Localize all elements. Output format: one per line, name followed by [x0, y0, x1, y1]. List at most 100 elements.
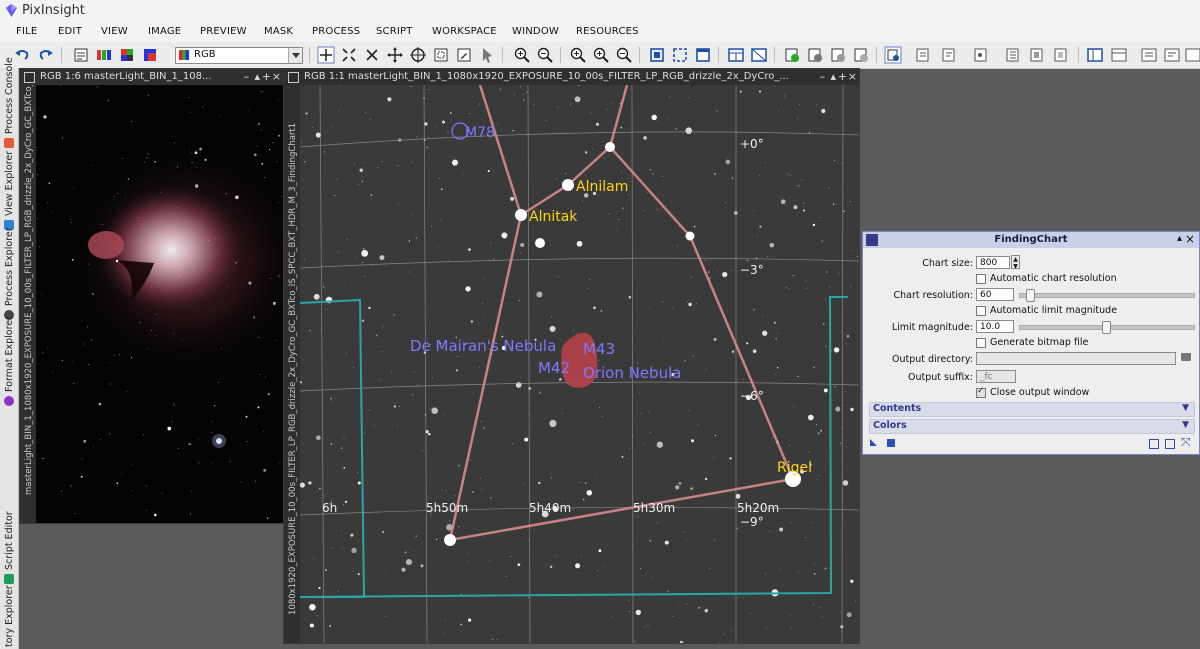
menu-image[interactable]: IMAGE: [148, 26, 181, 37]
section-contents[interactable]: Contents ▼: [869, 402, 1195, 417]
zoom-out-icon[interactable]: [536, 46, 554, 64]
slider-thumb[interactable]: [1102, 321, 1111, 334]
undo-icon[interactable]: [13, 46, 31, 64]
reset-icon[interactable]: ⤧: [1181, 435, 1191, 450]
zoom-in-small-icon[interactable]: [592, 46, 610, 64]
edit-preview-icon[interactable]: [455, 46, 473, 64]
redo-icon[interactable]: [37, 46, 55, 64]
limit-magnitude-input[interactable]: 10.0: [976, 320, 1014, 333]
menu-process[interactable]: PROCESS: [312, 26, 360, 37]
menu-file[interactable]: FILE: [16, 26, 37, 37]
move-icon[interactable]: [386, 46, 404, 64]
close-output-checkbox[interactable]: ✓: [976, 386, 986, 398]
maximize-icon[interactable]: +: [262, 70, 271, 83]
zoom-reset-icon[interactable]: [363, 46, 381, 64]
mask-show-icon[interactable]: [806, 46, 824, 64]
image-window-orion[interactable]: RGB 1:6 masterLight_BIN_1_108... – ▴ + ×…: [19, 68, 284, 524]
workspace-icon[interactable]: [1140, 46, 1158, 64]
chart-size-input[interactable]: 800: [976, 256, 1010, 269]
mask-invert-icon[interactable]: [829, 46, 847, 64]
menu-script[interactable]: SCRIPT: [376, 26, 413, 37]
menu-edit[interactable]: EDIT: [58, 26, 82, 37]
history-icon[interactable]: [1004, 46, 1022, 64]
chart-resolution-slider[interactable]: [1019, 289, 1195, 302]
zoom-fit-icon[interactable]: [340, 46, 358, 64]
mask-new-icon[interactable]: [783, 46, 801, 64]
close-icon[interactable]: ×: [1185, 232, 1195, 246]
minimize-icon[interactable]: –: [244, 70, 250, 83]
slider-thumb[interactable]: [1026, 289, 1035, 302]
window-icon[interactable]: [694, 46, 712, 64]
background-star: [777, 333, 779, 335]
new-instance-icon[interactable]: [870, 439, 877, 446]
background-star: [174, 404, 175, 406]
script-edit-icon[interactable]: [940, 46, 958, 64]
fit-window-icon[interactable]: [671, 46, 689, 64]
documentation-icon[interactable]: [1165, 439, 1175, 449]
fit-view-icon[interactable]: [648, 46, 666, 64]
script-editor-icon: [4, 574, 14, 584]
minimize-icon[interactable]: –: [820, 70, 826, 83]
mask-enable-icon[interactable]: [852, 46, 870, 64]
menu-preview[interactable]: PREVIEW: [200, 26, 247, 37]
color-mode-select[interactable]: RGB: [175, 47, 303, 64]
tab-format-explorer[interactable]: Format Explorer: [0, 316, 18, 412]
apply-global-icon[interactable]: [887, 439, 895, 447]
alnilam-star: [562, 179, 574, 191]
maximize-icon[interactable]: +: [838, 70, 847, 83]
new-preview-icon[interactable]: [432, 46, 450, 64]
shade-icon[interactable]: ▴: [1177, 233, 1182, 244]
script-run-icon[interactable]: [914, 46, 932, 64]
tab-process-console[interactable]: Process Console: [0, 57, 18, 154]
crosshair-pan-icon[interactable]: [317, 46, 335, 64]
workspace2-icon[interactable]: [1163, 46, 1181, 64]
bitmap-checkbox[interactable]: [976, 338, 986, 348]
menu-view[interactable]: VIEW: [101, 26, 128, 37]
background-star: [704, 608, 709, 613]
auto-resolution-checkbox[interactable]: [976, 274, 986, 284]
output-dir-input[interactable]: [976, 352, 1176, 365]
zoom-in-icon[interactable]: [513, 46, 531, 64]
menu-window[interactable]: WINDOW: [512, 26, 559, 37]
tab-view-explorer[interactable]: View Explorer: [0, 151, 18, 236]
icons-icon[interactable]: [1052, 46, 1070, 64]
shade-icon[interactable]: ▴: [830, 70, 836, 83]
workspace3-icon[interactable]: [1184, 46, 1200, 64]
chart-resolution-input[interactable]: 60: [976, 288, 1014, 301]
spin-arrows-icon[interactable]: ▲ ▼: [1011, 255, 1020, 270]
close-icon[interactable]: ×: [272, 70, 281, 83]
close-icon[interactable]: ×: [848, 70, 857, 83]
limit-magnitude-slider[interactable]: [1019, 321, 1195, 334]
process-icon[interactable]: [972, 46, 990, 64]
background-star: [455, 369, 458, 372]
folder-icon[interactable]: [1181, 353, 1191, 361]
tile-icon[interactable]: [727, 46, 745, 64]
cascade-icon[interactable]: [750, 46, 768, 64]
zoom-out-small-icon[interactable]: [615, 46, 633, 64]
rgb-channels-icon[interactable]: [95, 46, 113, 64]
chevron-down-icon[interactable]: [288, 48, 302, 63]
readout-icon[interactable]: [409, 46, 427, 64]
preview-select-icon[interactable]: [884, 46, 902, 64]
container-icon[interactable]: [1028, 46, 1046, 64]
channel-select-icon[interactable]: [141, 46, 159, 64]
menu-workspace[interactable]: WORKSPACE: [432, 26, 497, 37]
color-channels-icon[interactable]: [118, 46, 136, 64]
pointer-icon[interactable]: [478, 46, 496, 64]
preview-icon[interactable]: [1149, 439, 1159, 449]
image-properties-icon[interactable]: [72, 46, 90, 64]
auto-magnitude-checkbox[interactable]: [976, 306, 986, 316]
tab-history-explorer[interactable]: tory Explorer: [0, 585, 18, 649]
image-window-finding-chart[interactable]: RGB 1:1 masterLight_BIN_1_1080x1920_EXPO…: [283, 68, 860, 645]
zoom-1-1-icon[interactable]: [569, 46, 587, 64]
output-suffix-input[interactable]: _fc: [976, 370, 1016, 383]
menu-mask[interactable]: MASK: [264, 26, 293, 37]
tab-process-explorer[interactable]: Process Explorer: [0, 227, 18, 326]
section-colors[interactable]: Colors ▼: [869, 419, 1195, 434]
shade-icon[interactable]: ▴: [254, 70, 260, 83]
tab-script-editor[interactable]: Script Editor: [0, 511, 18, 590]
layout-icon[interactable]: [1086, 46, 1104, 64]
menu-resources[interactable]: RESOURCES: [576, 26, 639, 37]
background-star: [644, 442, 646, 444]
panel-icon[interactable]: [1110, 46, 1128, 64]
